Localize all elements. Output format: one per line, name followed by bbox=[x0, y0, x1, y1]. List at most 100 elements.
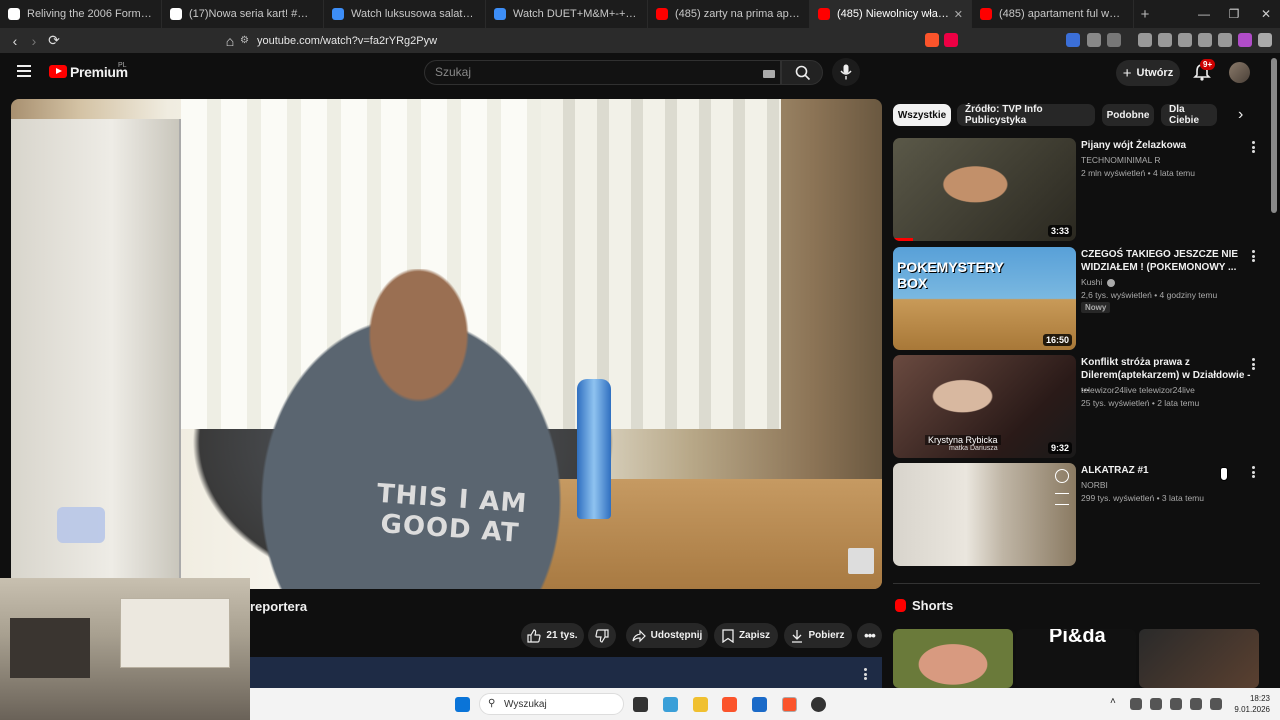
chip-all[interactable]: Wszystkie bbox=[893, 104, 951, 126]
app-icon[interactable] bbox=[811, 697, 826, 712]
download-button[interactable]: Pobierz bbox=[784, 623, 852, 648]
file-explorer-icon[interactable] bbox=[693, 697, 708, 712]
extension-icon[interactable] bbox=[1066, 33, 1080, 47]
maximize-window-button[interactable]: ❐ bbox=[1218, 0, 1250, 28]
more-actions-button[interactable]: ••• bbox=[857, 623, 882, 648]
search-input[interactable] bbox=[435, 65, 735, 79]
screenshot-icon[interactable] bbox=[1107, 33, 1121, 47]
dislike-button[interactable] bbox=[588, 623, 616, 648]
comments-bar[interactable] bbox=[250, 657, 882, 689]
channel-name[interactable]: telewizor24live telewizor24live bbox=[1081, 385, 1195, 395]
windows-start-icon[interactable] bbox=[455, 697, 470, 712]
like-button[interactable]: 21 tys. bbox=[521, 623, 584, 648]
channel-name[interactable]: Kushi bbox=[1081, 277, 1115, 287]
keyboard-icon[interactable] bbox=[763, 70, 775, 78]
recommended-video[interactable]: POKEMYSTERY BOX 16:50 CZEGOŚ TAKIEGO JES… bbox=[893, 247, 1263, 351]
channel-name[interactable]: TECHNOMINIMAL R bbox=[1081, 155, 1161, 165]
browser-tab[interactable]: (485) zarty na prima aprilis - YouTub bbox=[648, 0, 810, 28]
save-button[interactable]: Zapisz bbox=[714, 623, 778, 648]
search-box[interactable] bbox=[424, 60, 781, 85]
hamburger-menu-icon[interactable] bbox=[17, 65, 31, 77]
forward-button[interactable]: › bbox=[24, 33, 44, 49]
chip-for-you[interactable]: Dla Ciebie bbox=[1161, 104, 1217, 126]
video-player[interactable]: THIS I AM GOOD AT bbox=[11, 99, 882, 589]
task-view-icon[interactable] bbox=[633, 697, 648, 712]
address-bar[interactable]: ⚙ youtube.com/watch?v=fa2rYRg2Pyw bbox=[240, 30, 970, 51]
recommended-video[interactable]: 3:33 Pijany wójt Żelazkowa TECHNOMINIMAL… bbox=[893, 138, 1263, 242]
brave-active-icon[interactable] bbox=[782, 697, 797, 712]
browser-tab[interactable]: Watch luksusowa salatka | Streamab bbox=[324, 0, 486, 28]
create-button[interactable]: + Utwórz bbox=[1116, 60, 1180, 86]
more-vert-icon[interactable] bbox=[864, 668, 868, 680]
channel-name[interactable]: NORBI bbox=[1081, 480, 1108, 490]
channel-watermark-icon[interactable] bbox=[848, 548, 874, 574]
minimize-window-button[interactable]: — bbox=[1188, 0, 1220, 28]
vpn-icon[interactable] bbox=[1218, 33, 1232, 47]
video-title[interactable]: Pijany wójt Żelazkowa bbox=[1081, 139, 1251, 152]
music-icon[interactable] bbox=[1138, 33, 1152, 47]
copilot-icon[interactable] bbox=[663, 697, 678, 712]
voice-search-button[interactable] bbox=[832, 58, 860, 86]
brave-browser-icon[interactable] bbox=[722, 697, 737, 712]
browser-tab[interactable]: (485) apartament ful wypas oczy kol bbox=[972, 0, 1134, 28]
chip-related[interactable]: Podobne bbox=[1102, 104, 1154, 126]
extensions-puzzle-icon[interactable] bbox=[1087, 33, 1101, 47]
wallet-icon[interactable] bbox=[1178, 33, 1192, 47]
more-vert-icon[interactable] bbox=[1252, 141, 1256, 153]
site-info-icon[interactable]: ⚙ bbox=[240, 35, 249, 46]
video-thumbnail[interactable]: Krystyna Rybicka matka Dariusza 9:32 bbox=[893, 355, 1076, 458]
video-thumbnail[interactable] bbox=[893, 463, 1076, 566]
streamable-icon bbox=[494, 8, 506, 20]
browser-tab[interactable]: (17)Nowa seria kart! #MegaEvolution bbox=[162, 0, 324, 28]
new-tab-button[interactable]: + bbox=[1134, 6, 1156, 23]
bookmark-icon[interactable]: ⌂ bbox=[220, 33, 240, 49]
more-vert-icon[interactable] bbox=[1252, 358, 1256, 370]
tray-cloud-icon[interactable] bbox=[1150, 698, 1162, 710]
browser-tab[interactable]: Watch DUET+M&M+-+IKONA+PATC bbox=[486, 0, 648, 28]
close-tab-icon[interactable]: ✕ bbox=[950, 8, 963, 21]
chip-source[interactable]: Źródło: TVP Info Publicystyka bbox=[957, 104, 1095, 126]
avatar[interactable] bbox=[1229, 62, 1250, 83]
add-to-queue-icon[interactable] bbox=[1055, 493, 1069, 505]
more-vert-icon[interactable] bbox=[1252, 250, 1256, 262]
more-vert-icon[interactable] bbox=[1252, 466, 1256, 478]
youtube-logo-icon[interactable] bbox=[49, 65, 67, 78]
tray-network-icon[interactable] bbox=[1170, 698, 1182, 710]
create-label: Utwórz bbox=[1136, 67, 1174, 79]
leo-icon[interactable] bbox=[1238, 33, 1252, 47]
watch-later-icon[interactable] bbox=[1055, 469, 1069, 483]
share-icon bbox=[632, 629, 646, 642]
brave-rewards-icon[interactable] bbox=[944, 33, 958, 47]
recommended-video[interactable]: Krystyna Rybicka matka Dariusza 9:32 Kon… bbox=[893, 355, 1263, 459]
video-thumbnail[interactable]: 3:33 bbox=[893, 138, 1076, 241]
video-thumbnail[interactable]: POKEMYSTERY BOX 16:50 bbox=[893, 247, 1076, 350]
clock-date: 9.01.2026 bbox=[1234, 705, 1270, 714]
reload-icon[interactable]: ⟳ bbox=[44, 32, 64, 49]
short-thumbnail[interactable] bbox=[893, 629, 1013, 688]
browser-tab[interactable]: Reliving the 2006 Formula One Seas bbox=[0, 0, 162, 28]
share-button[interactable]: Udostępnij bbox=[626, 623, 708, 648]
system-clock[interactable]: 18:23 9.01.2026 bbox=[1230, 693, 1270, 715]
tray-chevron-icon[interactable]: ˄ bbox=[1110, 696, 1116, 707]
taskbar-search[interactable]: ⚲ Wyszukaj bbox=[479, 693, 624, 715]
short-thumbnail[interactable]: Pi&da bbox=[1016, 629, 1136, 688]
back-button[interactable]: ‹ bbox=[5, 33, 25, 49]
video-title[interactable]: CZEGOŚ TAKIEGO JESZCZE NIE WIDZIAŁEM ! (… bbox=[1081, 248, 1251, 274]
tray-sync-icon[interactable] bbox=[1130, 698, 1142, 710]
chips-next-icon[interactable]: › bbox=[1238, 106, 1243, 124]
tray-monitor-icon[interactable] bbox=[1210, 698, 1222, 710]
close-window-button[interactable]: ✕ bbox=[1250, 0, 1280, 28]
tray-mic-icon[interactable] bbox=[1190, 698, 1202, 710]
recommended-video[interactable]: ALKATRAZ #1 NORBI 299 tys. wyświetleń • … bbox=[893, 463, 1263, 567]
browser-tab-label: (485) apartament ful wypas oczy kol bbox=[999, 8, 1125, 20]
sidebar-scrollbar[interactable] bbox=[1271, 58, 1277, 213]
browser-menu-icon[interactable] bbox=[1258, 33, 1272, 47]
sidebar-icon[interactable] bbox=[1158, 33, 1172, 47]
verified-icon bbox=[1106, 278, 1115, 287]
brave-shield-icon[interactable] bbox=[925, 33, 939, 47]
ai-icon[interactable] bbox=[1198, 33, 1212, 47]
search-button[interactable] bbox=[781, 60, 823, 85]
short-thumbnail[interactable] bbox=[1139, 629, 1259, 688]
store-icon[interactable] bbox=[752, 697, 767, 712]
browser-tab[interactable]: (485) Niewolnicy własnego s✕ bbox=[810, 0, 972, 28]
